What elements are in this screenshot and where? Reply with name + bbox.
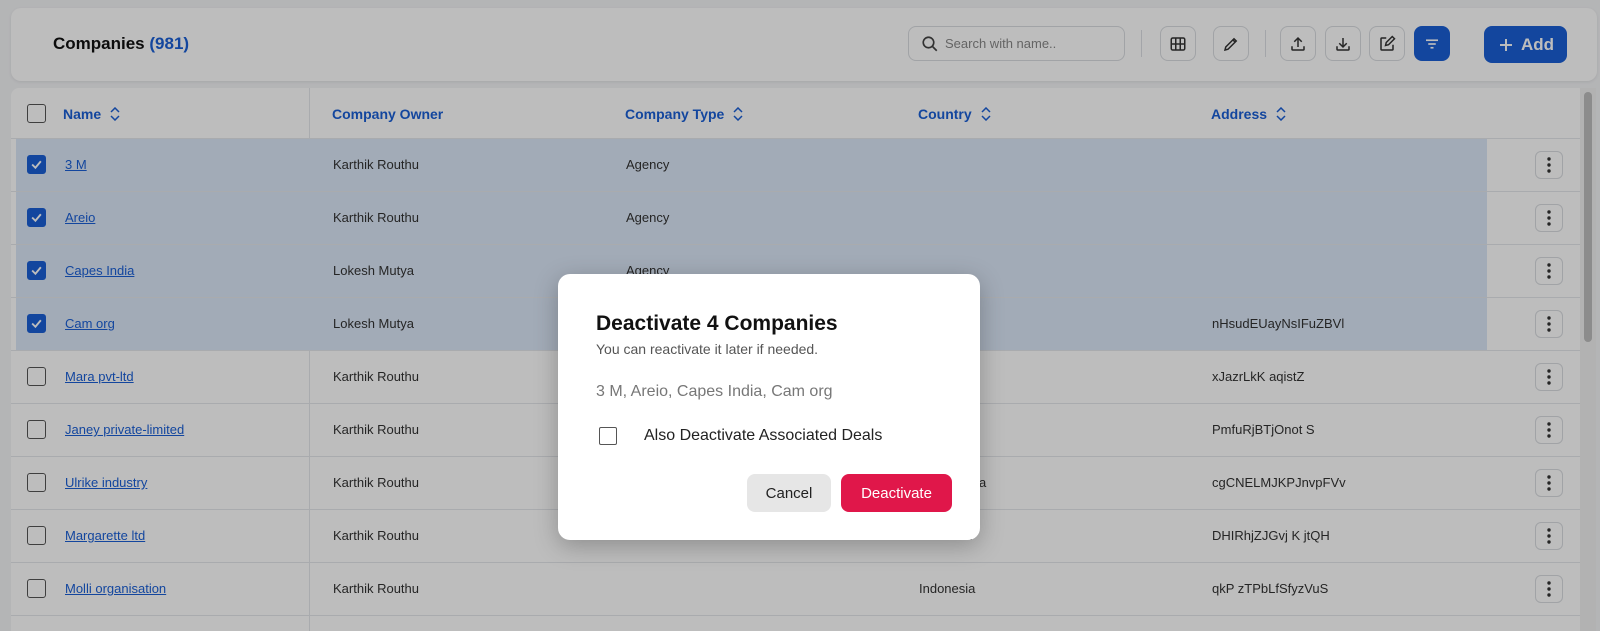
dialog-subtitle: You can reactivate it later if needed. [596, 341, 819, 357]
cancel-button[interactable]: Cancel [747, 474, 831, 512]
dialog-title: Deactivate 4 Companies [596, 312, 838, 335]
deactivate-button[interactable]: Deactivate [841, 474, 952, 512]
deactivate-deals-label[interactable]: Also Deactivate Associated Deals [644, 427, 882, 445]
deactivate-deals-checkbox[interactable] [599, 427, 617, 445]
deactivate-dialog: Deactivate 4 Companies You can reactivat… [558, 274, 980, 540]
selected-company-names: 3 M, Areio, Capes India, Cam org [596, 383, 833, 400]
